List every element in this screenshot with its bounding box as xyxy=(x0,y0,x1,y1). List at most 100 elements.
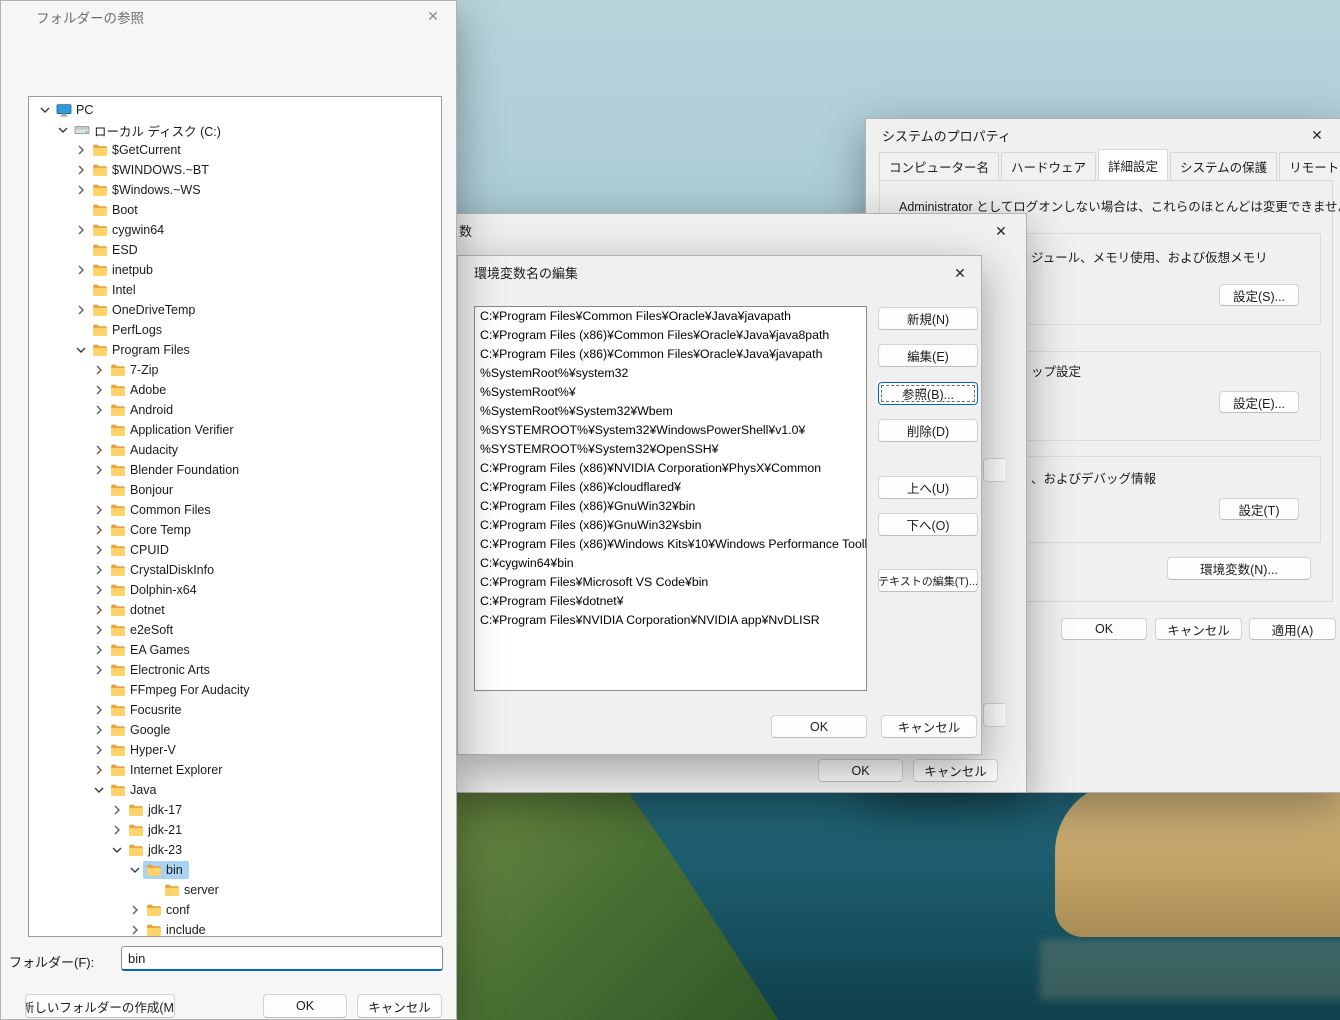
tree-item[interactable]: Blender Foundation xyxy=(29,460,441,480)
path-item[interactable]: C:¥Program Files (x86)¥Common Files¥Orac… xyxy=(475,326,866,345)
chevron-right-icon[interactable] xyxy=(91,642,107,658)
path-list[interactable]: C:¥Program Files¥Common Files¥Oracle¥Jav… xyxy=(474,306,867,691)
chevron-right-icon[interactable] xyxy=(91,502,107,518)
tree-item[interactable]: include xyxy=(29,920,441,936)
tree-item[interactable]: $GetCurrent xyxy=(29,140,441,160)
path-item[interactable]: C:¥Program Files (x86)¥Common Files¥Orac… xyxy=(475,345,866,364)
chevron-down-icon[interactable] xyxy=(91,782,107,798)
chevron-right-icon[interactable] xyxy=(91,362,107,378)
path-item[interactable]: %SYSTEMROOT%¥System32¥OpenSSH¥ xyxy=(475,440,866,459)
chevron-right-icon[interactable] xyxy=(91,722,107,738)
tree-item[interactable]: jdk-23 xyxy=(29,840,441,860)
close-icon[interactable]: ✕ xyxy=(986,220,1016,242)
chevron-right-icon[interactable] xyxy=(91,582,107,598)
path-item[interactable]: %SystemRoot%¥system32 xyxy=(475,364,866,383)
tree-item[interactable]: Bonjour xyxy=(29,480,441,500)
tree-item[interactable]: FFmpeg For Audacity xyxy=(29,680,441,700)
tree-item[interactable]: Electronic Arts xyxy=(29,660,441,680)
tree-item[interactable]: jdk-17 xyxy=(29,800,441,820)
path-item[interactable]: C:¥Program Files (x86)¥Windows Kits¥10¥W… xyxy=(475,535,866,554)
tab-system-protection[interactable]: システムの保護 xyxy=(1170,152,1278,181)
chevron-right-icon[interactable] xyxy=(73,302,89,318)
tree-item[interactable]: Google xyxy=(29,720,441,740)
tree-item[interactable]: Common Files xyxy=(29,500,441,520)
chevron-right-icon[interactable] xyxy=(91,662,107,678)
chevron-down-icon[interactable] xyxy=(127,862,143,878)
apply-button[interactable]: 適用(A) xyxy=(1249,618,1336,640)
tab-computer-name[interactable]: コンピューター名 xyxy=(879,152,1000,181)
chevron-right-icon[interactable] xyxy=(109,802,125,818)
path-item[interactable]: C:¥Program Files (x86)¥GnuWin32¥sbin xyxy=(475,516,866,535)
cancel-button[interactable]: キャンセル xyxy=(1155,618,1242,640)
folder-name-input[interactable] xyxy=(121,946,443,971)
tree-item[interactable]: Boot xyxy=(29,200,441,220)
cancel-button[interactable]: キャンセル xyxy=(357,994,442,1018)
tree-item[interactable]: e2eSoft xyxy=(29,620,441,640)
tree-item[interactable]: Focusrite xyxy=(29,700,441,720)
tab-hardware[interactable]: ハードウェア xyxy=(1001,152,1097,181)
tree-item[interactable]: Adobe xyxy=(29,380,441,400)
chevron-right-icon[interactable] xyxy=(91,702,107,718)
user-profiles-settings-button[interactable]: 設定(E)... xyxy=(1219,391,1299,413)
tree-item[interactable]: Android xyxy=(29,400,441,420)
chevron-right-icon[interactable] xyxy=(91,562,107,578)
tree-item[interactable]: Application Verifier xyxy=(29,420,441,440)
new-button[interactable]: 新規(N) xyxy=(878,307,978,330)
performance-settings-button[interactable]: 設定(S)... xyxy=(1219,284,1299,306)
tree-item[interactable]: $Windows.~WS xyxy=(29,180,441,200)
move-down-button[interactable]: 下へ(O) xyxy=(878,513,978,536)
chevron-down-icon[interactable] xyxy=(109,842,125,858)
ok-button[interactable]: OK xyxy=(818,759,903,782)
cancel-button[interactable]: キャンセル xyxy=(913,759,998,782)
path-item[interactable]: %SYSTEMROOT%¥System32¥WindowsPowerShell¥… xyxy=(475,421,866,440)
tree-item[interactable]: Dolphin-x64 xyxy=(29,580,441,600)
tree-item[interactable]: dotnet xyxy=(29,600,441,620)
path-item[interactable]: C:¥Program Files (x86)¥NVIDIA Corporatio… xyxy=(475,459,866,478)
path-item[interactable]: C:¥cygwin64¥bin xyxy=(475,554,866,573)
tree-item[interactable]: ローカル ディスク (C:) xyxy=(29,120,441,140)
edit-text-button[interactable]: テキストの編集(T)... xyxy=(878,569,978,592)
path-item[interactable]: C:¥Program Files (x86)¥GnuWin32¥bin xyxy=(475,497,866,516)
tree-item[interactable]: server xyxy=(29,880,441,900)
new-folder-button[interactable]: 新しいフォルダーの作成(M) xyxy=(25,994,175,1018)
chevron-right-icon[interactable] xyxy=(127,922,143,936)
tree-item[interactable]: bin xyxy=(29,860,441,880)
tree-item[interactable]: Hyper-V xyxy=(29,740,441,760)
path-item[interactable]: C:¥Program Files¥Common Files¥Oracle¥Jav… xyxy=(475,307,866,326)
tree-item[interactable]: conf xyxy=(29,900,441,920)
chevron-down-icon[interactable] xyxy=(55,122,71,138)
chevron-down-icon[interactable] xyxy=(73,342,89,358)
path-item[interactable]: %SystemRoot%¥System32¥Wbem xyxy=(475,402,866,421)
cancel-button[interactable]: キャンセル xyxy=(881,715,977,738)
chevron-right-icon[interactable] xyxy=(91,462,107,478)
tree-item[interactable]: Core Temp xyxy=(29,520,441,540)
tree-item[interactable]: PerfLogs xyxy=(29,320,441,340)
tab-remote[interactable]: リモート xyxy=(1279,152,1340,181)
close-icon[interactable]: ✕ xyxy=(1302,124,1332,146)
chevron-right-icon[interactable] xyxy=(73,262,89,278)
chevron-right-icon[interactable] xyxy=(91,622,107,638)
chevron-right-icon[interactable] xyxy=(73,142,89,158)
chevron-down-icon[interactable] xyxy=(37,102,53,118)
chevron-right-icon[interactable] xyxy=(91,542,107,558)
tree-item[interactable]: Intel xyxy=(29,280,441,300)
chevron-right-icon[interactable] xyxy=(91,762,107,778)
chevron-right-icon[interactable] xyxy=(91,442,107,458)
folder-tree[interactable]: PC ローカル ディスク (C:) $GetCurrent $WINDOWS.~BT $… xyxy=(28,96,442,937)
edit-button[interactable]: 編集(E) xyxy=(878,344,978,367)
ok-button[interactable]: OK xyxy=(1061,618,1147,640)
ok-button[interactable]: OK xyxy=(771,715,867,738)
tree-item[interactable]: Program Files xyxy=(29,340,441,360)
chevron-right-icon[interactable] xyxy=(127,902,143,918)
tree-item[interactable]: $WINDOWS.~BT xyxy=(29,160,441,180)
startup-recovery-settings-button[interactable]: 設定(T) xyxy=(1219,498,1299,520)
chevron-right-icon[interactable] xyxy=(91,382,107,398)
tree-item[interactable]: PC xyxy=(29,100,441,120)
chevron-right-icon[interactable] xyxy=(91,602,107,618)
chevron-right-icon[interactable] xyxy=(73,182,89,198)
tree-item[interactable]: CrystalDiskInfo xyxy=(29,560,441,580)
tree-item[interactable]: jdk-21 xyxy=(29,820,441,840)
environment-variables-button[interactable]: 環境変数(N)... xyxy=(1167,557,1311,580)
close-icon[interactable]: ✕ xyxy=(945,262,975,284)
ok-button[interactable]: OK xyxy=(263,994,347,1018)
